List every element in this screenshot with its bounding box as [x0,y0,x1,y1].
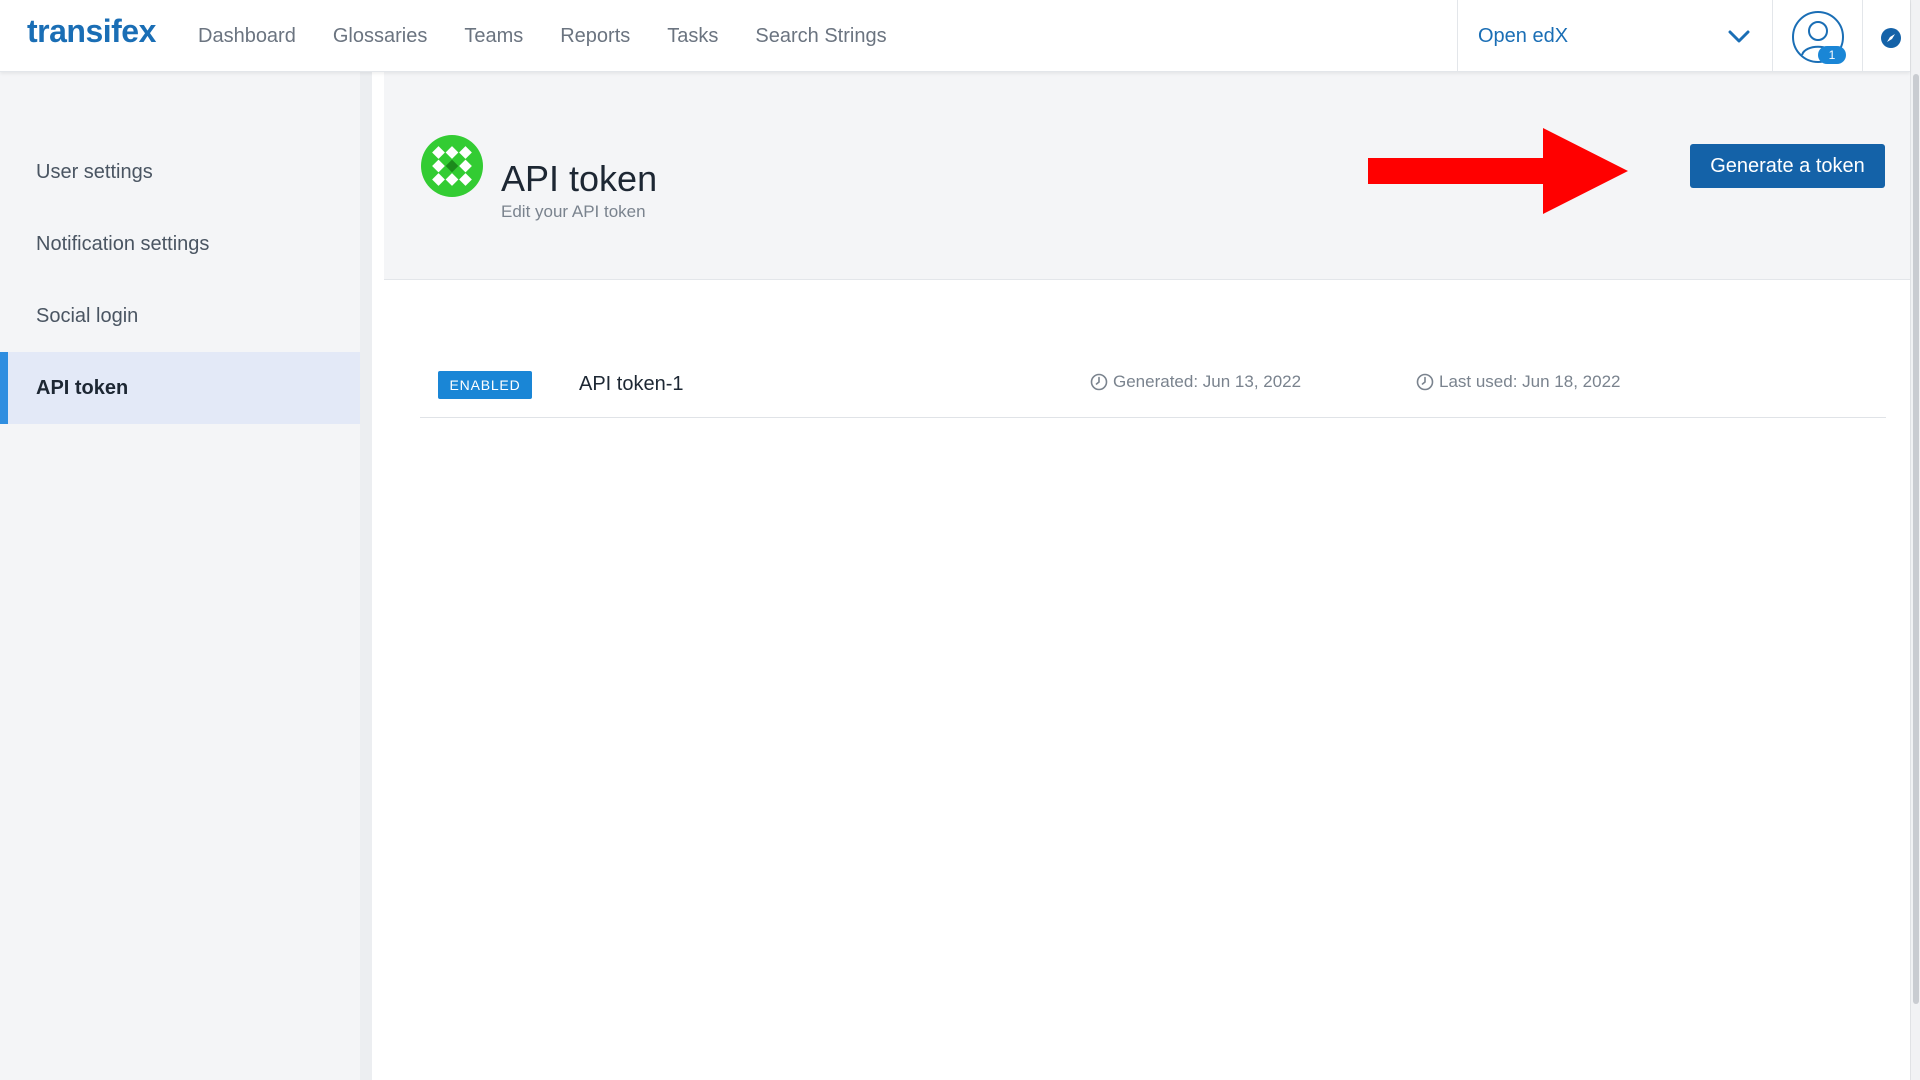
sidebar-item-notification-settings[interactable]: Notification settings [0,208,360,280]
settings-sidebar: User settings Notification settings Soci… [0,72,372,1080]
notification-badge: 1 [1818,46,1846,64]
organization-selector[interactable]: Open edX [1457,0,1773,72]
nav-teams[interactable]: Teams [464,25,523,48]
token-name[interactable]: API token-1 [579,373,684,396]
main-nav: Dashboard Glossaries Teams Reports Tasks… [198,0,924,72]
user-menu[interactable]: 1 [1773,0,1863,72]
nav-glossaries[interactable]: Glossaries [333,25,427,48]
annotation-arrow-icon [1368,128,1628,214]
nav-dashboard[interactable]: Dashboard [198,25,296,48]
token-last-used: Last used: Jun 18, 2022 [1416,372,1620,392]
page-scrollbar[interactable] [1910,0,1920,1080]
page-title: API token [501,158,658,199]
status-badge: ENABLED [438,371,532,399]
clock-icon [1090,373,1108,391]
page-header: API token Edit your API token Generate a… [384,72,1910,280]
transifex-logo[interactable]: transifex [27,13,156,50]
generated-date: Generated: Jun 13, 2022 [1113,372,1302,391]
nav-tasks[interactable]: Tasks [667,25,718,48]
last-used-date: Last used: Jun 18, 2022 [1439,372,1621,391]
token-generated: Generated: Jun 13, 2022 [1090,372,1301,392]
sidebar-item-social-login[interactable]: Social login [0,280,360,352]
sidebar-item-api-token[interactable]: API token [0,352,360,424]
nav-search-strings[interactable]: Search Strings [755,25,886,48]
sidebar-item-user-settings[interactable]: User settings [0,136,360,208]
page-subtitle: Edit your API token [501,202,646,221]
chevron-down-icon [1728,30,1750,43]
top-navigation-bar: transifex Dashboard Glossaries Teams Rep… [0,0,1910,72]
organization-name: Open edX [1478,24,1569,47]
generate-token-button[interactable]: Generate a token [1690,144,1885,188]
organization-logo-icon [421,135,483,197]
clock-icon [1416,373,1434,391]
scrollbar-thumb[interactable] [1913,74,1919,1004]
nav-reports[interactable]: Reports [560,25,630,48]
compass-icon[interactable] [1880,27,1902,49]
token-row: ENABLED API token-1 Generated: Jun 13, 2… [420,348,1886,418]
